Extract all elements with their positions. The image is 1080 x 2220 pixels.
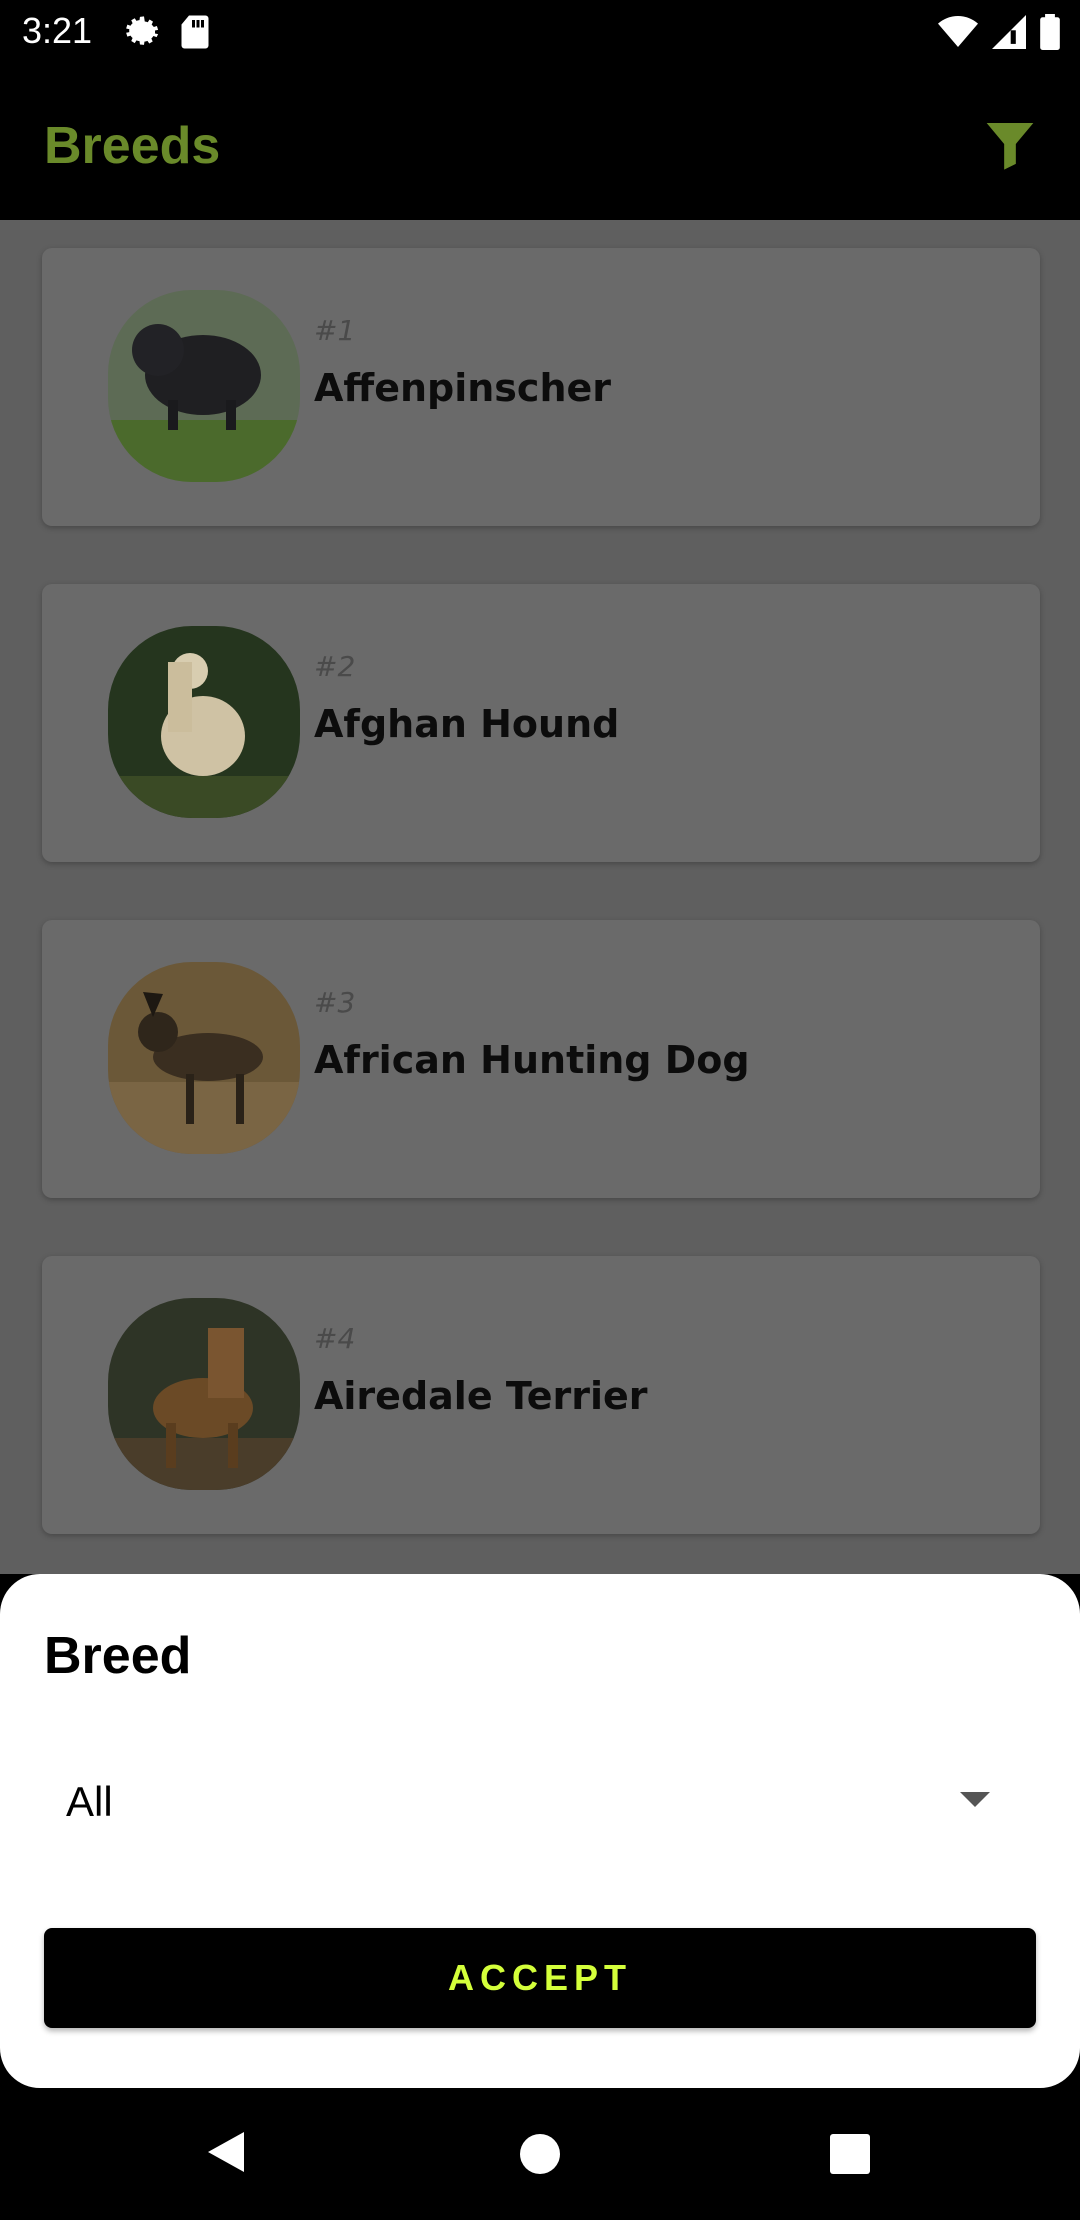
status-right-icons bbox=[938, 14, 1060, 55]
app-bar: Breeds bbox=[0, 66, 1080, 220]
accept-button[interactable]: ACCEPT bbox=[44, 1928, 1036, 2028]
filter-button[interactable] bbox=[982, 116, 1038, 172]
breed-name: Airedale Terrier bbox=[314, 1374, 648, 1418]
sheet-title: Breed bbox=[44, 1627, 192, 1685]
breed-name: African Hunting Dog bbox=[314, 1038, 750, 1082]
breed-thumbnail bbox=[108, 626, 300, 818]
breed-card[interactable]: #3 African Hunting Dog bbox=[42, 920, 1040, 1198]
filter-icon bbox=[986, 123, 1034, 170]
breed-card[interactable]: #2 Afghan Hound bbox=[42, 584, 1040, 862]
accept-button-label: ACCEPT bbox=[447, 1957, 632, 1998]
recent-apps-icon[interactable] bbox=[830, 2134, 870, 2174]
breed-list: #1 Affenpinscher #2 Afghan Hound #3 Afri… bbox=[0, 220, 1080, 1574]
system-nav-bar bbox=[0, 2088, 1080, 2220]
breed-number: #4 bbox=[314, 1322, 356, 1355]
breed-card[interactable]: #1 Affenpinscher bbox=[42, 248, 1040, 526]
status-left-icons bbox=[126, 14, 210, 55]
breed-card[interactable]: #4 Airedale Terrier bbox=[42, 1256, 1040, 1534]
battery-icon bbox=[1040, 14, 1060, 55]
gear-icon bbox=[126, 14, 162, 55]
dropdown-selected-value: All bbox=[66, 1778, 113, 1825]
breed-number: #1 bbox=[314, 314, 356, 347]
breed-thumbnail bbox=[108, 290, 300, 482]
status-bar: 3:21 bbox=[0, 0, 1080, 66]
home-icon[interactable] bbox=[520, 2134, 560, 2174]
breed-number: #2 bbox=[314, 650, 356, 683]
breed-name: Affenpinscher bbox=[314, 366, 612, 410]
back-icon[interactable] bbox=[204, 2128, 248, 2181]
signal-icon bbox=[992, 15, 1026, 54]
breed-name: Afghan Hound bbox=[314, 702, 620, 746]
sd-card-icon bbox=[180, 14, 210, 55]
filter-bottom-sheet: Breed All ACCEPT bbox=[0, 1574, 1080, 2088]
breed-thumbnail bbox=[108, 962, 300, 1154]
page-title: Breeds bbox=[44, 117, 221, 175]
chevron-down-icon bbox=[960, 1792, 990, 1807]
breed-number: #3 bbox=[314, 986, 356, 1019]
breed-dropdown[interactable]: All bbox=[44, 1760, 1040, 1840]
wifi-icon bbox=[938, 15, 978, 54]
status-time: 3:21 bbox=[22, 10, 93, 51]
breed-thumbnail bbox=[108, 1298, 300, 1490]
